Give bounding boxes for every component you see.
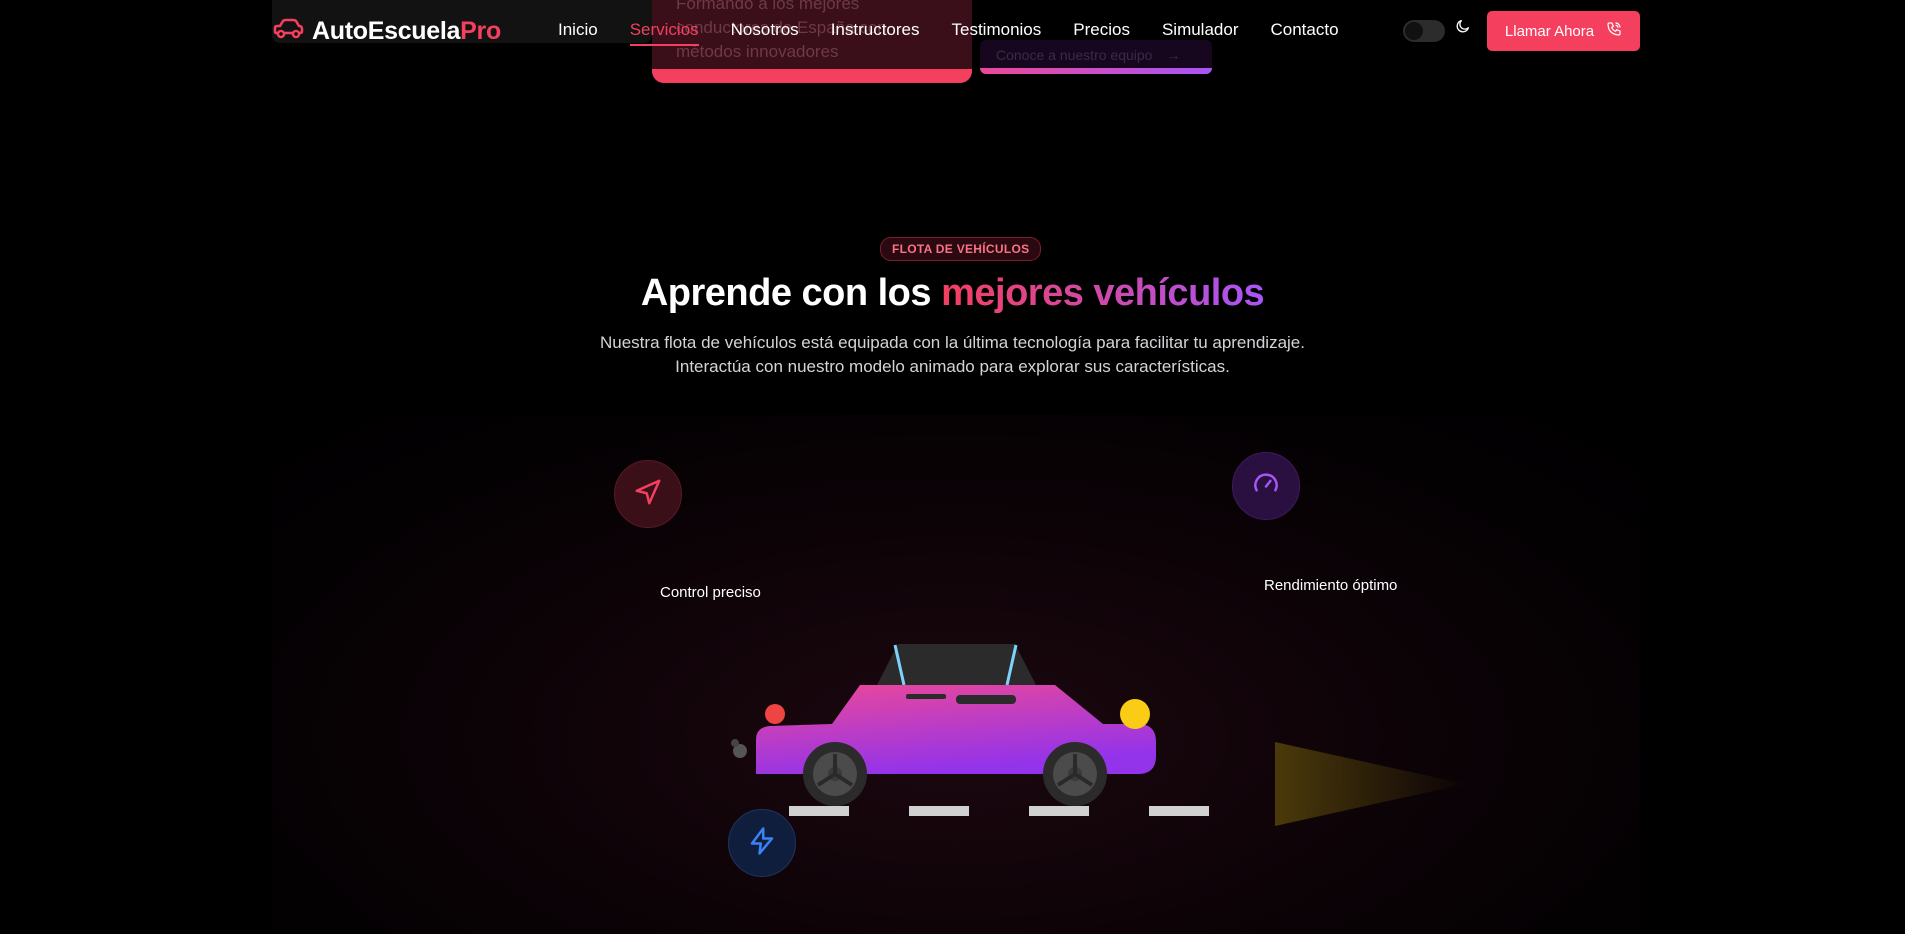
nav-link-nosotros[interactable]: Nosotros xyxy=(731,20,799,40)
call-now-label: Llamar Ahora xyxy=(1504,22,1595,40)
phone-icon xyxy=(1594,21,1622,41)
car-headlight xyxy=(1120,699,1150,729)
moon-icon xyxy=(1455,18,1471,39)
nav-link-precios[interactable]: Precios xyxy=(1073,20,1130,40)
nav-link-inicio[interactable]: Inicio xyxy=(558,20,598,40)
background-card-bar xyxy=(652,69,972,83)
brand-logo[interactable]: AutoEscuela Pro xyxy=(272,16,501,47)
car-window-slot xyxy=(906,694,946,699)
section-badge: FLOTA DE VEHÍCULOS xyxy=(880,237,1042,261)
nav-link-instructores[interactable]: Instructores xyxy=(831,20,920,40)
team-button-bar xyxy=(980,68,1212,74)
gauge-icon xyxy=(1251,469,1281,504)
road-dash xyxy=(1149,806,1209,816)
section-subtitle: Nuestra flota de vehículos está equipada… xyxy=(0,331,1905,379)
lightning-icon xyxy=(747,826,777,861)
car-door-handle xyxy=(956,695,1016,704)
brand-accent: Pro xyxy=(460,17,501,45)
nav-link-testimonios[interactable]: Testimonios xyxy=(952,20,1042,40)
call-now-button[interactable]: Llamar Ahora xyxy=(1487,11,1640,51)
nav-link-simulador[interactable]: Simulador xyxy=(1162,20,1239,40)
car-wheel-rear xyxy=(803,742,867,806)
nav-link-contacto[interactable]: Contacto xyxy=(1271,20,1339,40)
feature-control-label: Control preciso xyxy=(660,584,761,601)
road-dash xyxy=(789,806,849,816)
brand-name: AutoEscuela xyxy=(312,17,461,45)
headlight-beam xyxy=(1275,742,1465,826)
navbar: AutoEscuela Pro Inicio Servicios Nosotros… xyxy=(0,0,1905,62)
nav-link-servicios[interactable]: Servicios xyxy=(629,20,699,46)
toggle-knob xyxy=(1405,22,1423,40)
subtitle-line-1: Nuestra flota de vehículos está equipada… xyxy=(600,333,1305,352)
car-wheel-front xyxy=(1043,742,1107,806)
road-dash xyxy=(1029,806,1089,816)
road-dash xyxy=(909,806,969,816)
feature-control-button[interactable] xyxy=(614,460,682,528)
theme-toggle[interactable] xyxy=(1403,20,1445,42)
main-nav: Inicio Servicios Nosotros Instructores T… xyxy=(558,20,1371,46)
feature-performance-button[interactable] xyxy=(1232,452,1300,520)
section-title-plain: Aprende con los xyxy=(640,272,932,314)
section-title: Aprende con los mejores vehículos xyxy=(0,272,1905,315)
feature-performance-label: Rendimiento óptimo xyxy=(1264,577,1398,594)
section-title-highlight: mejores vehículos xyxy=(941,272,1265,314)
animated-car[interactable] xyxy=(720,630,1220,830)
car-tail-light xyxy=(765,704,785,724)
subtitle-line-2: Interactúa con nuestro modelo animado pa… xyxy=(675,357,1230,376)
navigation-icon xyxy=(633,477,663,512)
car-exhaust-puff xyxy=(731,739,739,747)
car-icon xyxy=(272,16,312,47)
